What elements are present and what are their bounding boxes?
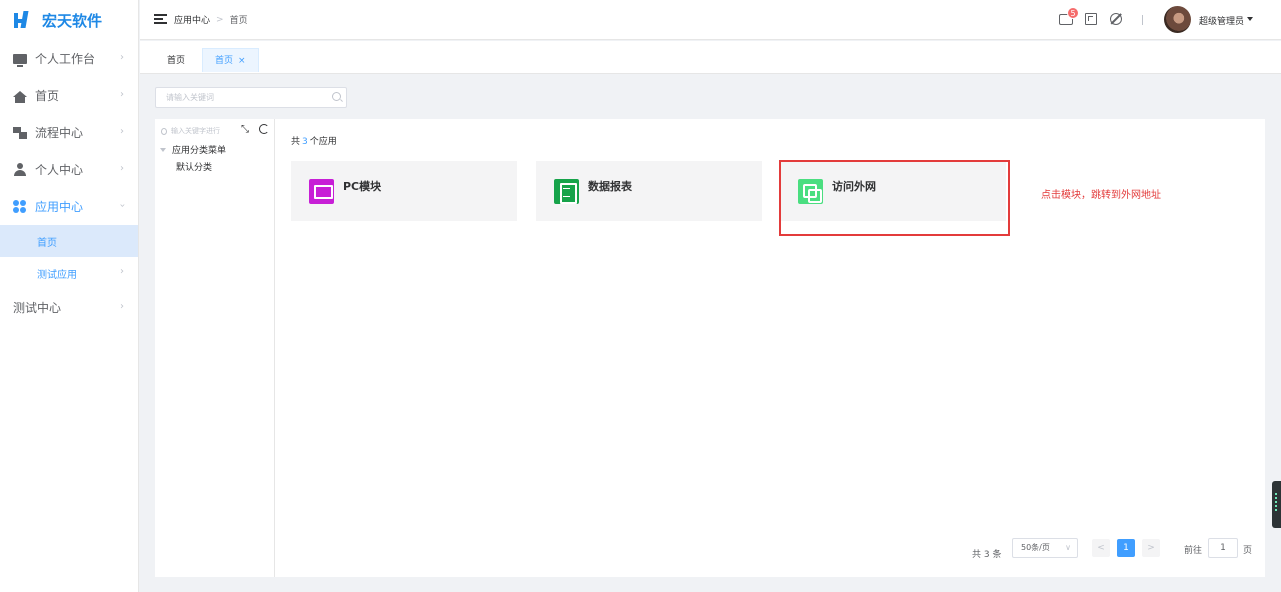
tab-label: 首页 (167, 56, 186, 66)
chevron-right-icon: › (120, 301, 124, 312)
count-prefix: 共 (291, 137, 301, 147)
search-box (155, 87, 347, 108)
notification-badge: 5 (1067, 7, 1079, 19)
chevron-down-icon: ∨ (1065, 543, 1071, 552)
sidebar-item-label: 流程中心 (35, 126, 84, 140)
goto-label: 前往 (1184, 546, 1203, 556)
sidebar-item-label: 首页 (35, 89, 60, 103)
avatar[interactable] (1164, 6, 1191, 33)
sidebar-item-label: 应用中心 (35, 200, 84, 214)
collapse-icon[interactable]: ⤡ (241, 125, 251, 135)
search-icon (161, 127, 167, 135)
chevron-right-icon: › (120, 266, 124, 277)
refresh-icon[interactable] (259, 124, 269, 134)
highlight-box (779, 160, 1010, 236)
tab-label: 首页 (215, 56, 234, 66)
sidebar-item-label: 个人中心 (35, 163, 84, 177)
fullscreen-icon[interactable] (1085, 13, 1097, 25)
search-icon[interactable] (332, 92, 341, 101)
tree-search (161, 124, 241, 138)
sidebar-item-label: 测试应用 (37, 269, 77, 281)
count-suffix: 个应用 (309, 137, 337, 147)
goto-suffix: 页 (1243, 546, 1253, 556)
search-input[interactable] (156, 88, 326, 107)
page-number-button[interactable]: 1 (1117, 539, 1135, 557)
sidebar-item-flow[interactable]: 流程中心 › (0, 114, 138, 151)
sidebar-item-label: 个人工作台 (35, 52, 96, 66)
monitor-icon (309, 179, 334, 204)
breadcrumb-separator: > (216, 14, 224, 25)
user-name[interactable]: 超级管理员 (1199, 14, 1244, 27)
logo[interactable]: 宏天软件 (0, 0, 138, 40)
breadcrumb: 应用中心 > 首页 (174, 13, 248, 27)
sidebar-item-label: 首页 (37, 237, 57, 249)
app-card-title: PC模块 (343, 180, 382, 193)
sidebar-item-test-center[interactable]: 测试中心 › (0, 289, 138, 326)
menu-toggle-icon[interactable] (154, 14, 167, 25)
apps-icon (13, 199, 27, 214)
category-tree: ⤡ 应用分类菜单 默认分类 (155, 119, 275, 577)
monitor-icon (13, 52, 27, 67)
chevron-right-icon: › (120, 163, 124, 174)
sidebar-subitem-home[interactable]: 首页 (0, 225, 138, 257)
app-card-title: 数据报表 (588, 180, 632, 193)
pagination-total: 共 3 条 (972, 549, 1002, 560)
tab-home[interactable]: 首页 (154, 48, 199, 72)
sidebar-item-label: 测试中心 (13, 301, 62, 315)
user-icon (13, 162, 27, 177)
next-page-button[interactable]: > (1142, 539, 1160, 557)
tree-node-label: 应用分类菜单 (172, 146, 227, 156)
flow-icon (13, 126, 27, 140)
app-card-report[interactable]: 数据报表 (536, 161, 762, 221)
caret-down-icon[interactable] (160, 147, 166, 152)
main-panel: ⤡ 应用分类菜单 默认分类 共3个应用 PC模块 数据报表 访问外网 点击模块，… (155, 119, 1265, 577)
page-size-select[interactable]: 50条/页 ∨ (1012, 538, 1078, 558)
sidebar-item-personal[interactable]: 个人中心 › (0, 151, 138, 188)
annotation-text: 点击模块，跳转到外网地址 (1041, 190, 1161, 201)
sidebar-item-home[interactable]: 首页 › (0, 77, 138, 114)
count-number: 3 (302, 137, 308, 147)
tree-node-default[interactable]: 默认分类 (176, 160, 212, 173)
home-icon (13, 89, 27, 103)
sidebar-item-apps[interactable]: 应用中心 › (0, 188, 138, 225)
report-icon (554, 179, 579, 204)
logo-icon (12, 10, 32, 30)
logo-text: 宏天软件 (42, 11, 103, 30)
side-drawer-handle[interactable] (1272, 481, 1281, 528)
close-icon[interactable]: × (238, 56, 246, 66)
tree-search-input[interactable] (171, 127, 241, 135)
top-header: 应用中心 > 首页 5 超级管理员 (140, 0, 1281, 40)
tree-node-root[interactable]: 应用分类菜单 (160, 143, 226, 156)
chevron-right-icon: › (120, 126, 124, 137)
chevron-right-icon: › (120, 89, 124, 100)
app-count: 共 3 个应用 (291, 134, 337, 147)
caret-down-icon[interactable] (1247, 17, 1253, 21)
chevron-right-icon: › (120, 52, 124, 63)
goto-page-input[interactable] (1208, 538, 1238, 558)
prev-page-button[interactable]: < (1092, 539, 1110, 557)
breadcrumb-current: 首页 (229, 16, 248, 26)
tab-bar: 首页 首页 × (140, 41, 1281, 74)
breadcrumb-item[interactable]: 应用中心 (174, 13, 210, 26)
hide-icon[interactable] (1110, 13, 1122, 25)
sidebar-subitem-test-app[interactable]: 测试应用 › (0, 257, 138, 289)
divider (1142, 15, 1143, 25)
sidebar-item-workbench[interactable]: 个人工作台 › (0, 40, 138, 77)
tab-home-active[interactable]: 首页 × (202, 48, 259, 72)
page-size-value: 50条/页 (1021, 543, 1050, 552)
sidebar: 宏天软件 个人工作台 › 首页 › 流程中心 › 个人中心 › 应用中心 › 首… (0, 0, 139, 592)
chevron-down-icon: › (116, 203, 128, 208)
app-card-pc[interactable]: PC模块 (291, 161, 517, 221)
